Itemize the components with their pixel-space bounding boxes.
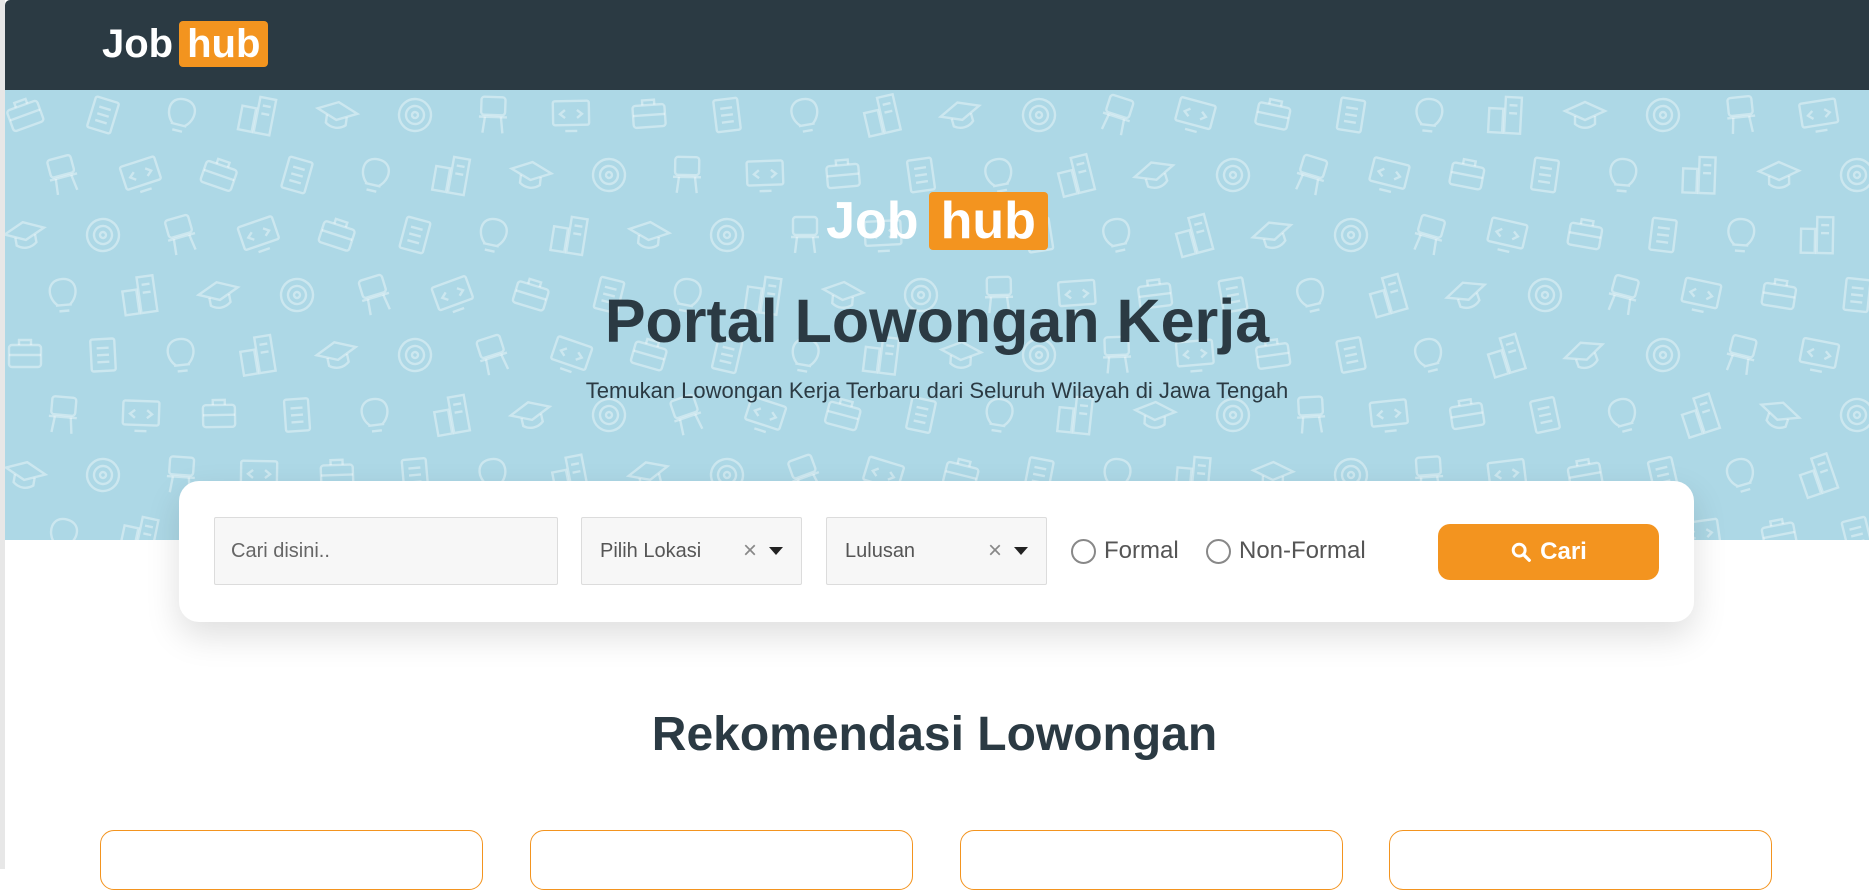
search-panel: Pilih Lokasi × Lulusan × Formal Non-Form… [179,481,1694,622]
pattern-icon [1370,399,1409,433]
pattern-icon [790,97,821,133]
page-title: Portal Lowongan Kerja [5,286,1869,356]
search-icon [1510,541,1532,563]
pattern-icon [1255,97,1292,130]
clear-icon[interactable]: × [988,537,1002,565]
graduate-select-value: Lulusan [845,540,988,563]
pattern-icon [398,98,433,133]
pattern-icon [1796,453,1838,497]
location-select[interactable]: Pilih Lokasi × [581,517,802,585]
pattern-icon [315,99,358,130]
pattern-icon [120,156,164,196]
pattern-icon [553,101,590,132]
pattern-icon [1841,517,1869,540]
pattern-icon [713,98,741,133]
hero-logo-hub: hub [929,192,1048,250]
brand-logo-hub: hub [179,21,268,67]
pattern-icon [632,99,666,128]
pattern-icon [1609,158,1637,192]
pattern-icon [1212,154,1253,195]
hero-banner: Job hub Portal Lowongan Kerja Temukan Lo… [5,90,1869,540]
pattern-icon [1840,158,1869,192]
job-card[interactable] [960,830,1343,890]
search-input[interactable] [214,517,558,585]
pattern-icon [1449,157,1486,190]
pattern-icon [983,157,1014,193]
pattern-icon [238,94,276,135]
pattern-icon [1724,456,1758,494]
hero-logo: Job hub [5,191,1869,251]
pattern-icon [200,156,239,192]
search-button[interactable]: Cari [1438,524,1659,580]
pattern-icon [5,459,47,491]
radio-circle-icon[interactable] [1071,539,1096,564]
pattern-icon [46,516,79,540]
pattern-icon [1132,157,1178,193]
radio-non-formal-label: Non-Formal [1239,537,1366,565]
pattern-icon [120,514,159,540]
pattern-icon [1725,96,1757,135]
pattern-icon [907,157,935,192]
radio-formal[interactable]: Formal [1071,537,1179,565]
page-subtitle: Temukan Lowongan Kerja Terbaru dari Selu… [5,378,1869,404]
pattern-icon [1760,517,1797,540]
pattern-icon [1337,97,1366,132]
pattern-icon [1368,157,1410,195]
pattern-icon [592,158,626,192]
pattern-icon [122,400,159,431]
pattern-icon [747,160,784,191]
pattern-icon [281,156,313,193]
chevron-down-icon [1014,547,1028,555]
radio-circle-icon[interactable] [1206,539,1231,564]
pattern-icon [1098,94,1136,137]
search-button-label: Cari [1540,538,1587,566]
pattern-icon [359,157,391,194]
pattern-icon [87,96,119,134]
job-card[interactable] [1389,830,1772,890]
pattern-icon [432,154,470,195]
pattern-icon [861,94,900,136]
clear-icon[interactable]: × [743,537,757,565]
pattern-icon [1565,102,1605,128]
pattern-icon [510,160,553,190]
pattern-icon [673,157,702,193]
pattern-icon [1415,98,1444,133]
pattern-icon [478,97,507,134]
pattern-icon [165,96,198,133]
pattern-icon [826,159,860,189]
location-select-value: Pilih Lokasi [600,540,743,563]
radio-formal-label: Formal [1104,537,1179,565]
job-card[interactable] [530,830,913,890]
hero-logo-job: Job [826,191,918,251]
pattern-icon [45,154,81,196]
pattern-icon [1531,157,1559,192]
pattern-icon [1173,97,1216,135]
pattern-icon [1646,98,1680,132]
recommendation-heading: Rekomendasi Lowongan [0,707,1869,762]
pattern-icon [1488,96,1522,134]
brand-logo-job: Job [102,22,173,67]
pattern-icon [1682,156,1715,193]
navbar: Job hub [5,0,1869,90]
job-card[interactable] [100,830,483,890]
pattern-icon [1759,162,1799,188]
pattern-icon [85,457,121,493]
pattern-icon [1292,154,1329,197]
pattern-icon [938,97,984,133]
graduate-select[interactable]: Lulusan × [826,517,1047,585]
radio-non-formal[interactable]: Non-Formal [1206,537,1366,565]
pattern-icon [1134,401,1175,429]
chevron-down-icon [769,547,783,555]
pattern-icon [1019,95,1060,136]
pattern-icon [5,95,44,131]
pattern-icon [1799,98,1839,133]
brand-logo[interactable]: Job hub [102,21,268,67]
